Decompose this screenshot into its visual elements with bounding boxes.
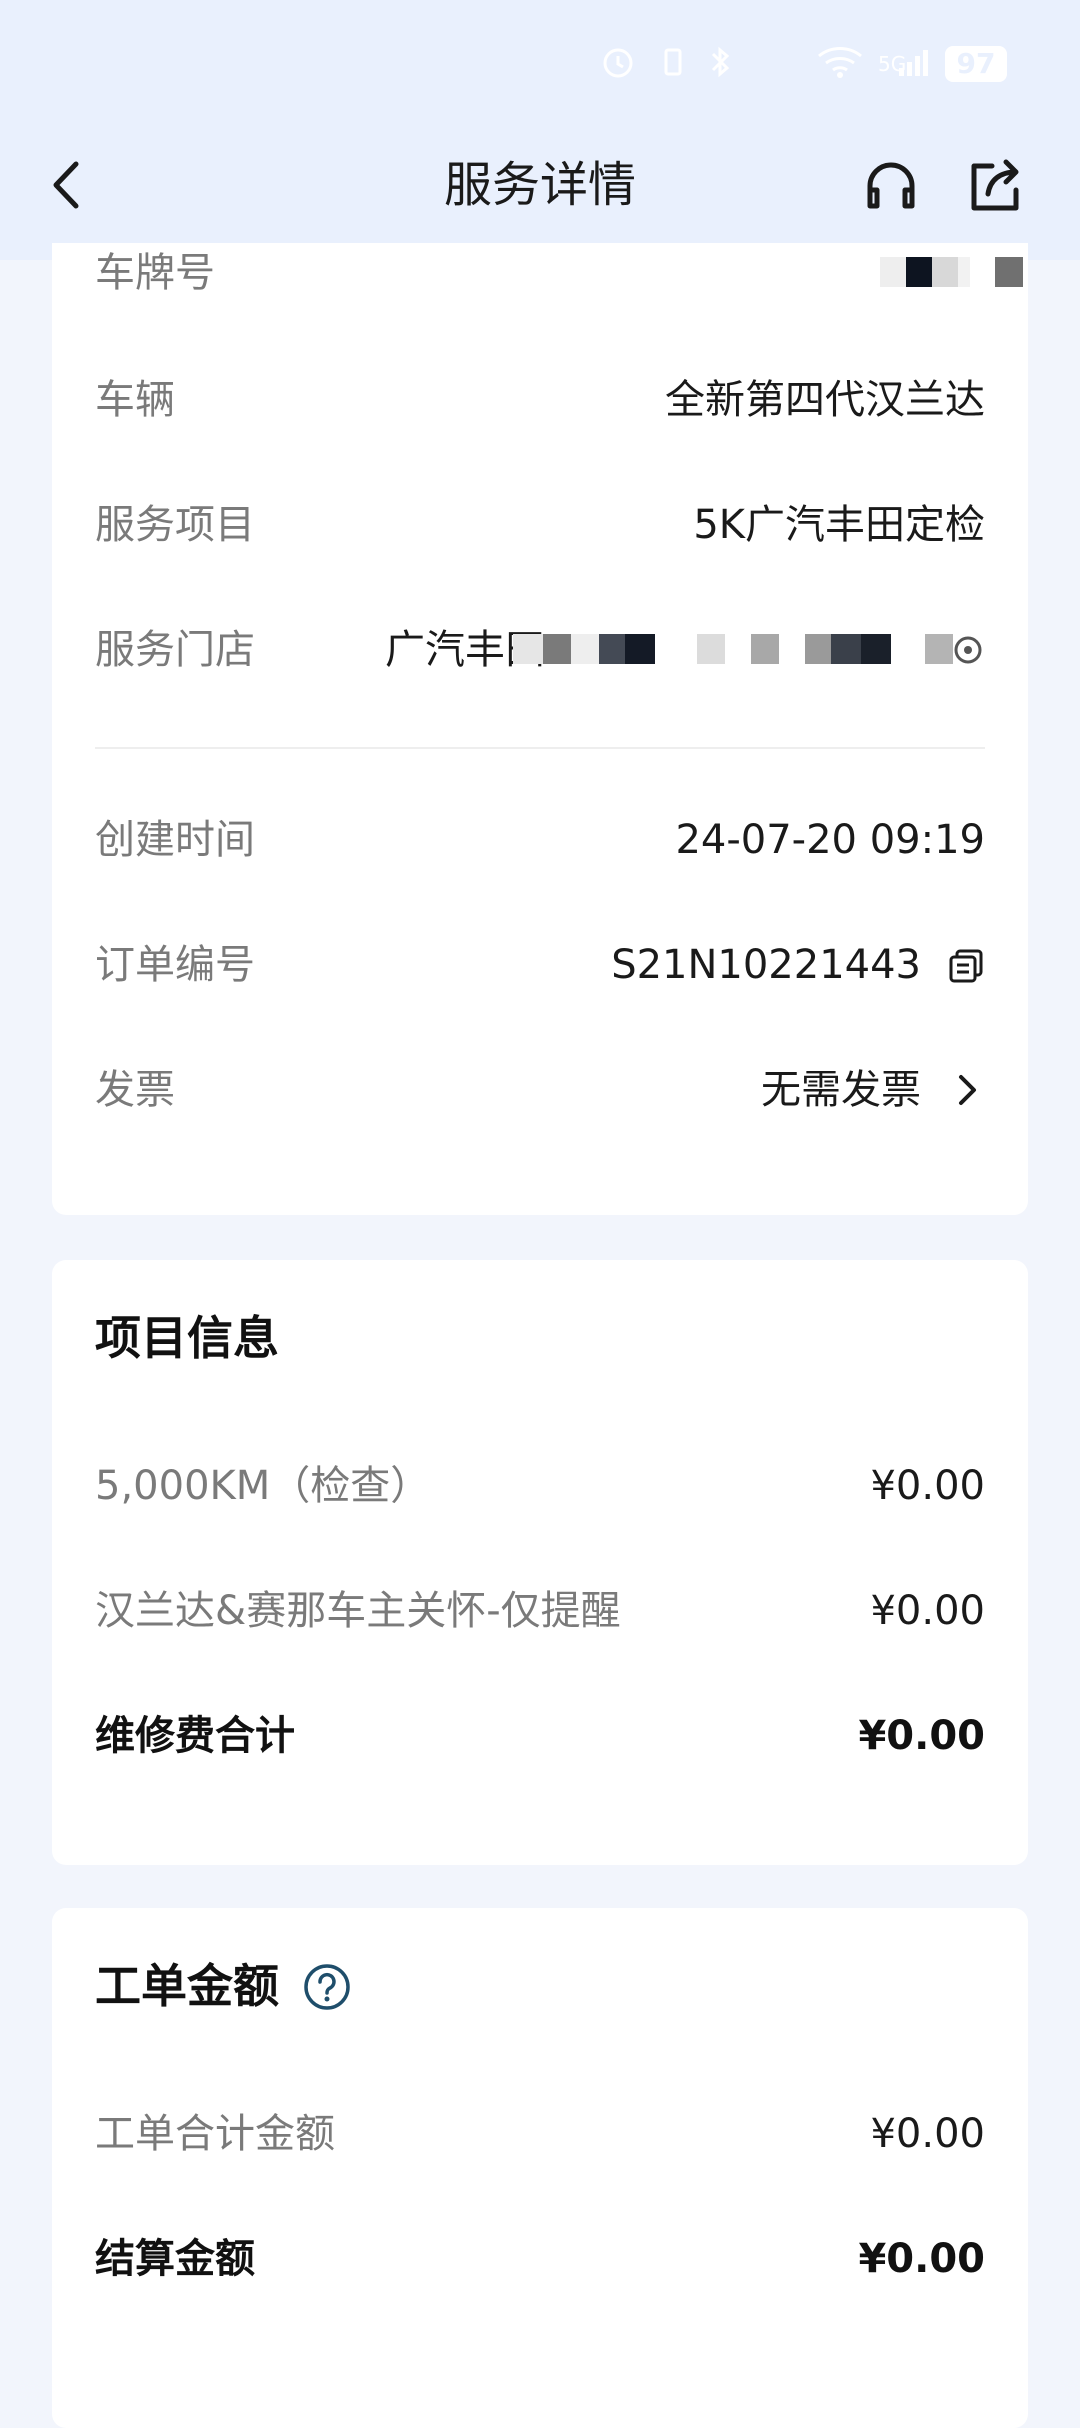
order-number-row: 订单编号 S21N10221443 [95,935,985,995]
project-info-title: 项目信息 [95,1311,279,1365]
project-item-name: 5,000KM（检查） [95,1463,431,1509]
service-row: 服务项目 5K广汽丰田定检 [95,495,985,555]
headset-icon [867,162,915,209]
vehicle-row: 车辆 全新第四代汉兰达 [95,370,985,430]
project-item-price: ¥0.00 [870,1588,985,1634]
vehicle-label: 车辆 [95,377,175,423]
vehicle-value: 全新第四代汉兰达 [665,377,985,423]
settlement-label: 结算金额 [95,2236,255,2282]
vibrate-icon [655,44,691,91]
customer-service-button[interactable] [858,152,924,218]
signal-icon [895,44,931,91]
invoice-label: 发票 [95,1067,175,1113]
location-icon [954,636,982,664]
battery-indicator: 97 [945,46,1007,82]
repair-total-label: 维修费合计 [95,1713,295,1759]
created-time-value: 24-07-20 09:19 [675,817,985,863]
chevron-right-icon [959,1075,976,1105]
settlement-row: 结算金额 ¥0.00 [95,2229,985,2289]
top-navigation: 服务详情 [0,130,1080,240]
share-button[interactable] [962,152,1028,218]
share-icon [971,159,1019,211]
project-item-row: 汉兰达&赛那车主关怀-仅提醒 ¥0.00 [95,1581,985,1641]
invoice-row[interactable]: 发票 无需发票 [95,1060,985,1120]
order-number-value: S21N10221443 [611,942,921,988]
work-order-sum-row: 工单合计金额 ¥0.00 [95,2104,985,2164]
store-row[interactable]: 服务门店 广汽丰田 [95,620,985,680]
store-label: 服务门店 [95,627,255,673]
project-info-card: 项目信息 5,000KM（检查） ¥0.00 汉兰达&赛那车主关怀-仅提醒 ¥0… [52,1260,1028,1865]
repair-total-row: 维修费合计 ¥0.00 [95,1706,985,1766]
copy-icon[interactable] [947,947,985,985]
settlement-value: ¥0.00 [858,2236,985,2282]
bluetooth-icon [705,44,735,91]
wifi-icon [815,44,865,91]
order-info-card: 车牌号 车辆 全新第四代汉兰达 服务项目 5K广汽丰田定检 服务门店 广汽丰田 [52,243,1028,1215]
project-item-price: ¥0.00 [870,1463,985,1509]
repair-total-value: ¥0.00 [858,1713,985,1759]
service-value: 5K广汽丰田定检 [693,502,985,548]
alarm-icon [600,44,636,91]
invoice-value: 无需发票 [761,1067,921,1113]
plate-label: 车牌号 [95,250,215,296]
service-label: 服务项目 [95,502,255,548]
project-item-row: 5,000KM（检查） ¥0.00 [95,1456,985,1516]
created-time-row: 创建时间 24-07-20 09:19 [95,810,985,870]
work-order-sum-label: 工单合计金额 [95,2111,335,2157]
work-order-card: 工单金额 工单合计金额 ¥0.00 结算金额 ¥0.00 [52,1908,1028,2428]
work-order-sum-value: ¥0.00 [870,2111,985,2157]
help-icon[interactable] [302,1962,352,2012]
work-order-title: 工单金额 [95,1959,279,2013]
status-bar: 5G 97 [0,0,1080,120]
created-time-label: 创建时间 [95,817,255,863]
plate-row: 车牌号 [95,243,1023,303]
section-divider [95,747,985,749]
order-number-label: 订单编号 [95,942,255,988]
project-item-name: 汉兰达&赛那车主关怀-仅提醒 [95,1588,621,1634]
